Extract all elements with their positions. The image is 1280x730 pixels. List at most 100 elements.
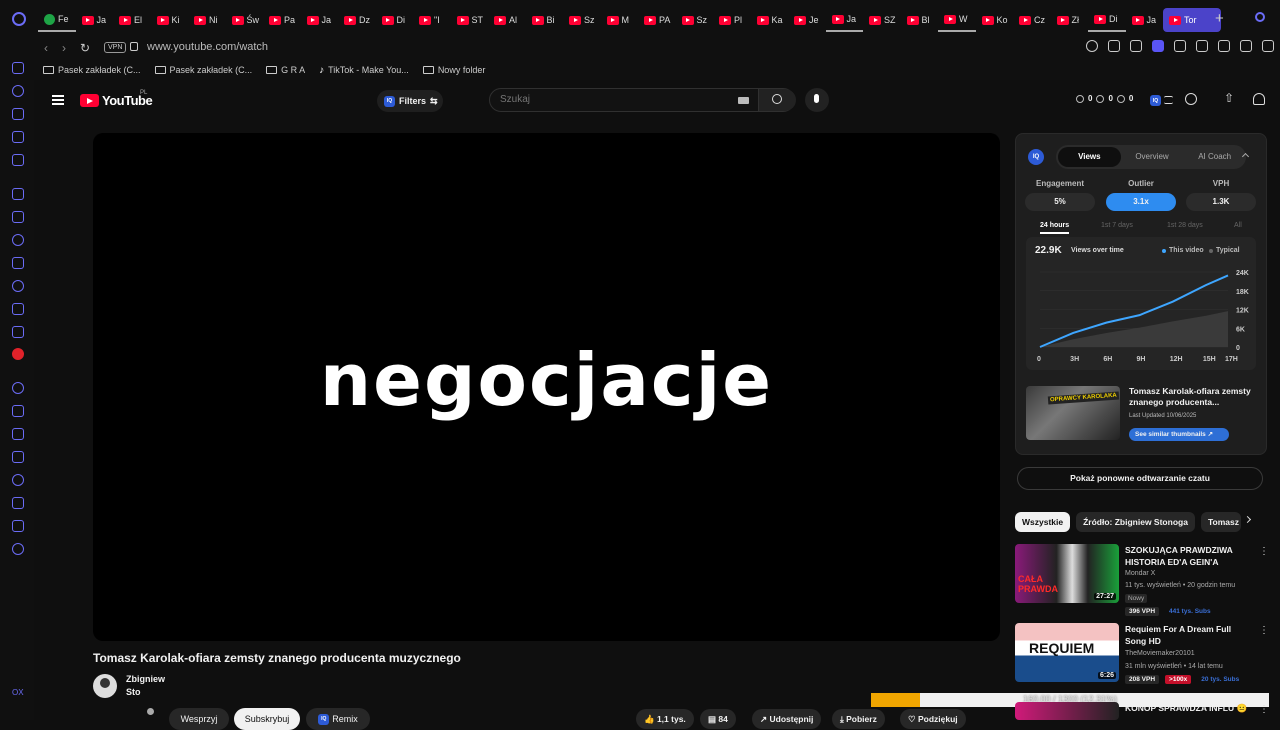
apps-icon[interactable] [12, 188, 24, 200]
workspaces-icon[interactable] [12, 62, 24, 74]
pin-icon[interactable] [1108, 40, 1120, 52]
snapshot-icon[interactable] [1130, 40, 1142, 52]
browser-tab[interactable]: Zł [1051, 8, 1089, 32]
browser-tab[interactable]: Ja [825, 8, 863, 32]
discord-icon[interactable] [12, 326, 24, 338]
upload-icon[interactable]: ⇧ [1224, 91, 1236, 105]
reload-icon[interactable]: ↻ [80, 41, 90, 55]
music-icon[interactable] [12, 382, 24, 394]
range-7d[interactable]: 1st 7 days [1101, 222, 1133, 229]
play-icon[interactable] [1196, 40, 1208, 52]
chevron-right-icon[interactable] [1243, 515, 1252, 524]
bookmark-item[interactable]: Pasek zakładek (C... [150, 60, 258, 80]
extensions-icon[interactable] [12, 520, 24, 532]
metric-vph[interactable]: 1.3K [1186, 193, 1256, 211]
chat-icon[interactable] [12, 234, 24, 246]
ai-icon[interactable] [12, 108, 24, 120]
browser-tab[interactable]: M [601, 8, 639, 32]
browser-tab[interactable]: El [113, 8, 151, 32]
browser-tab[interactable]: Je [788, 8, 826, 32]
channel-name[interactable]: Zbigniew Sto [126, 673, 165, 699]
chip-tomasz[interactable]: Tomasz [1200, 512, 1241, 532]
browser-tab[interactable]: Cz [1013, 8, 1051, 32]
browser-tab[interactable]: Ki [151, 8, 189, 32]
crypto-icon[interactable] [12, 131, 24, 143]
browser-tab[interactable]: Di [376, 8, 414, 32]
recommendation-thumbnail[interactable] [1015, 702, 1119, 720]
instagram-icon[interactable] [12, 280, 24, 292]
filters-button[interactable]: IQ Filters ⇆ [377, 90, 443, 112]
forward-icon[interactable]: › [62, 41, 66, 55]
menu-icon[interactable] [52, 95, 64, 105]
browser-tab[interactable]: Pa [263, 8, 301, 32]
chip-source[interactable]: Źródło: Zbigniew Stonoga [1076, 512, 1195, 532]
channel-avatar[interactable] [93, 674, 117, 698]
range-24h[interactable]: 24 hours [1040, 222, 1070, 234]
clock-icon[interactable] [12, 474, 24, 486]
similar-thumbnails-button[interactable]: See similar thumbnails ↗ [1129, 428, 1229, 441]
support-button[interactable]: Wesprzyj [169, 708, 229, 730]
search-icon[interactable] [758, 89, 796, 111]
browser-tab[interactable]: Tor [1163, 8, 1221, 32]
shield-icon[interactable] [1152, 40, 1164, 52]
browser-tab[interactable]: Ja [76, 8, 114, 32]
bookmark-item[interactable]: Pasek zakładek (C... [38, 60, 146, 80]
browser-tab[interactable]: PA [638, 8, 676, 32]
zoom-icon[interactable] [1086, 40, 1098, 52]
chip-all[interactable]: Wszystkie [1015, 512, 1071, 532]
browser-tab[interactable]: ST [451, 8, 489, 32]
tab-overview[interactable]: Overview [1121, 147, 1184, 167]
heart-icon[interactable] [12, 428, 24, 440]
tab-search-icon[interactable] [1255, 12, 1265, 22]
browser-tab[interactable]: SZ [863, 8, 901, 32]
messenger-icon[interactable] [12, 154, 24, 166]
browser-tab[interactable]: Bl [901, 8, 939, 32]
browser-tab[interactable]: Ja [1126, 8, 1164, 32]
keyboard-icon[interactable] [738, 97, 749, 104]
back-icon[interactable]: ‹ [44, 41, 48, 55]
share-button[interactable]: ↗ Udostępnij [752, 709, 822, 729]
vidiq-stats[interactable]: 0 0 0 [1076, 94, 1133, 103]
video-thumbnail[interactable]: OPRAWCY KAROLAKA [1026, 386, 1120, 440]
browser-tab[interactable]: Bi [526, 8, 564, 32]
video-player[interactable]: negocjacje [93, 133, 1000, 641]
ublock-icon[interactable] [12, 348, 24, 360]
lock-icon[interactable] [130, 42, 138, 51]
browser-tab[interactable]: Sz [676, 8, 714, 32]
range-all[interactable]: All [1234, 222, 1242, 229]
browser-tab[interactable]: Św [226, 8, 264, 32]
send-icon[interactable] [12, 405, 24, 417]
heart-icon[interactable] [1218, 40, 1230, 52]
settings-icon[interactable] [12, 543, 24, 555]
browser-tab[interactable]: Fe [38, 8, 76, 32]
browser-tab[interactable]: Dz [338, 8, 376, 32]
opera-logo-icon[interactable] [12, 12, 26, 26]
range-28d[interactable]: 1st 28 days [1167, 222, 1203, 229]
browser-tab[interactable]: Al [488, 8, 526, 32]
remix-button[interactable]: IQ Remix [306, 708, 370, 730]
chat-replay-button[interactable]: Pokaż ponowne odtwarzanie czatu [1017, 467, 1263, 490]
browser-tab[interactable]: Pl [713, 8, 751, 32]
download-button[interactable]: ⤓ Pobierz [832, 709, 885, 729]
x-icon[interactable] [12, 303, 24, 315]
telegram-icon[interactable] [12, 257, 24, 269]
list-icon[interactable] [1164, 96, 1173, 104]
vpn-badge[interactable]: VPN [104, 42, 127, 53]
recommendation-item[interactable]: REQUIEM 6:26 Requiem For A Dream Full So… [1015, 623, 1269, 685]
recommendation-item[interactable]: CAŁA PRAWDA 27:27 SZOKUJĄCA PRAWDZIWA HI… [1015, 544, 1269, 616]
comments-button[interactable]: ▤ 84 [700, 709, 736, 729]
wallet-icon[interactable] [12, 451, 24, 463]
more-icon[interactable]: ⋮ [1259, 546, 1269, 557]
browser-tab[interactable]: W [938, 8, 976, 32]
tab-ai-coach[interactable]: AI Coach [1183, 147, 1246, 167]
browser-tab[interactable]: Ni [188, 8, 226, 32]
tab-views[interactable]: Views [1058, 147, 1121, 167]
url-field[interactable]: www.youtube.com/watch [147, 41, 268, 53]
browser-tab[interactable]: Ka [751, 8, 789, 32]
history-icon[interactable] [12, 85, 24, 97]
browser-tab[interactable]: Ko [976, 8, 1014, 32]
bookmark-item[interactable]: Nowy folder [418, 60, 491, 80]
download-icon[interactable] [1240, 40, 1252, 52]
recommendation-thumbnail[interactable]: REQUIEM 6:26 [1015, 623, 1119, 682]
bookmark-item[interactable]: G R A [261, 60, 310, 80]
